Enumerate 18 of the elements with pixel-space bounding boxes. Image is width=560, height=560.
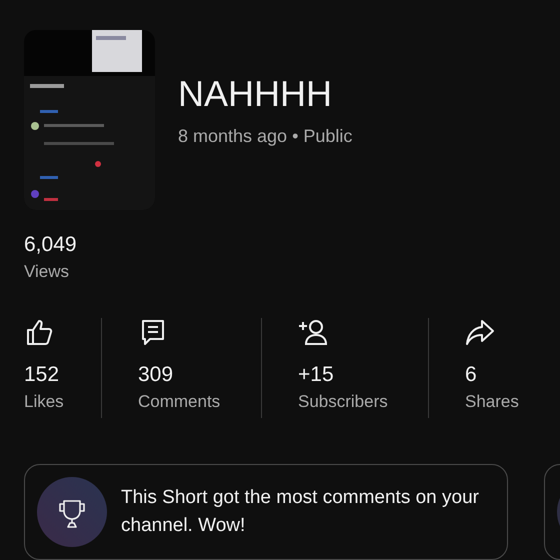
thumbs-up-icon — [24, 318, 54, 346]
insight-text: This Short got the most comments on your channel. Wow! — [121, 486, 480, 538]
video-title: NAHHHH — [178, 74, 334, 114]
stat-label: Shares — [465, 392, 520, 412]
stat-value: 152 — [24, 362, 60, 388]
stat-value: 6 — [465, 362, 478, 388]
share-icon — [465, 318, 495, 346]
views-count: 6,049 — [24, 232, 78, 258]
stat-label: Comments — [138, 392, 222, 412]
video-meta: 8 months ago • Public — [178, 126, 352, 146]
stat-value: +15 — [298, 362, 335, 388]
add-person-icon — [298, 318, 328, 346]
insight-card[interactable]: This Short got the most comments on your channel. Wow! — [24, 464, 508, 560]
trophy-icon — [37, 477, 107, 547]
stat-label: Subscribers — [298, 392, 389, 412]
stat-value: 309 — [138, 362, 174, 388]
stat-label: Likes — [24, 392, 65, 412]
views-label: Views — [24, 262, 70, 282]
